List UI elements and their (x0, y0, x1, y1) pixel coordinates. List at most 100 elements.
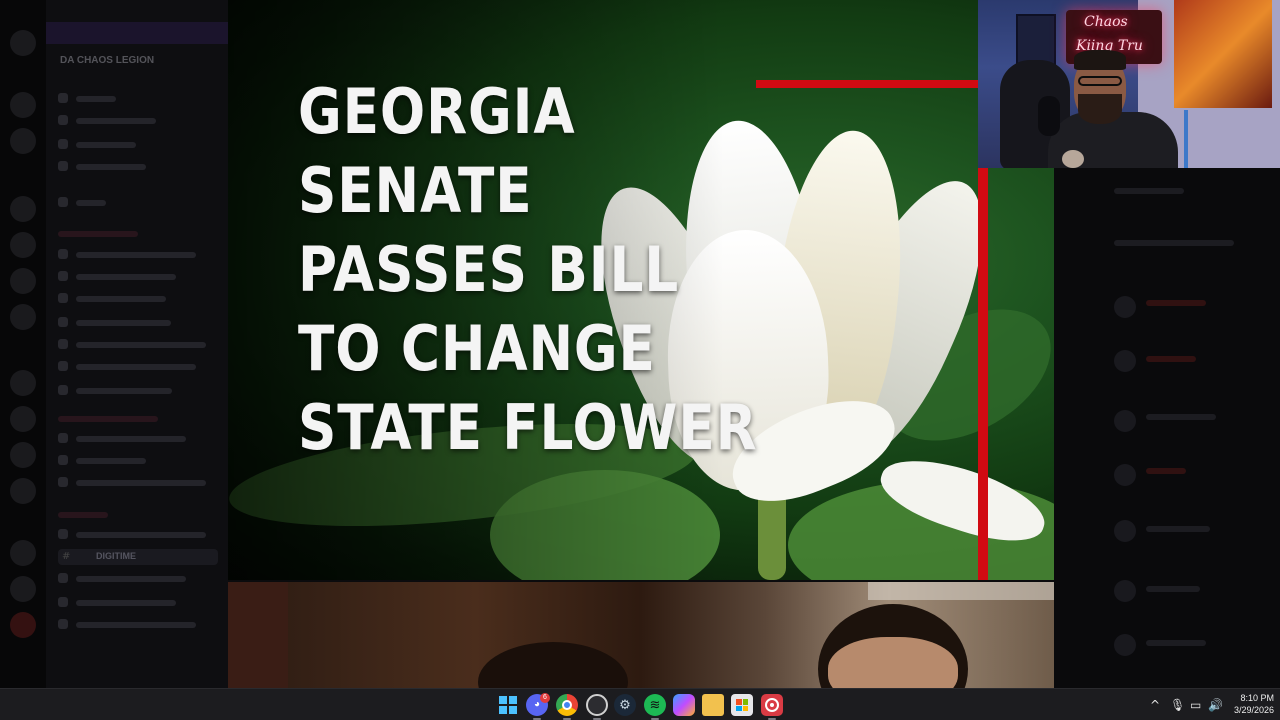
channel-label-placeholder (76, 388, 172, 394)
server-icon[interactable] (10, 268, 36, 294)
server-icon[interactable] (10, 128, 36, 154)
channel-item[interactable] (58, 528, 222, 542)
channel-item[interactable] (58, 596, 222, 610)
server-icon[interactable] (10, 540, 36, 566)
chevron-up-icon[interactable]: ^ (1150, 696, 1160, 714)
channel-item[interactable] (58, 476, 222, 490)
streamer-beard (1078, 94, 1122, 124)
headline-line: STATE FLOWER (298, 391, 758, 464)
channel-label-placeholder (76, 142, 136, 148)
person-face (828, 637, 958, 688)
member-name[interactable] (1146, 356, 1196, 362)
channel-label-placeholder (76, 622, 196, 628)
server-icon[interactable] (10, 196, 36, 222)
channel-label-placeholder (76, 532, 206, 538)
cup (1062, 150, 1084, 168)
server-icon[interactable] (10, 370, 36, 396)
member-avatar[interactable] (1114, 520, 1136, 542)
channel-item[interactable] (58, 316, 222, 330)
server-icon[interactable] (10, 442, 36, 468)
channel-item[interactable] (58, 270, 222, 284)
channel-hash-icon (58, 339, 68, 349)
chrome-icon[interactable] (556, 694, 578, 716)
server-rail (0, 0, 46, 688)
file-explorer-icon[interactable] (702, 694, 724, 716)
channel-item[interactable] (58, 384, 222, 398)
channel-item[interactable] (58, 92, 222, 106)
channel-category[interactable] (58, 416, 158, 422)
server-icon[interactable] (10, 92, 36, 118)
member-name[interactable] (1146, 414, 1216, 420)
channel-label-placeholder (76, 480, 206, 486)
member-avatar[interactable] (1114, 464, 1136, 486)
server-icon[interactable] (10, 612, 36, 638)
start-icon[interactable] (497, 694, 519, 716)
channel-item[interactable] (58, 338, 222, 352)
server-icon[interactable] (10, 406, 36, 432)
server-header[interactable]: DA CHAOS LEGION (46, 52, 228, 74)
clock-date: 3/29/2026 (1233, 705, 1274, 715)
channel-category[interactable] (58, 231, 138, 237)
channel-item[interactable] (58, 360, 222, 374)
channel-hash-icon (58, 317, 68, 327)
channel-label-placeholder (76, 164, 146, 170)
member-name[interactable] (1146, 300, 1206, 306)
member-name[interactable] (1146, 586, 1200, 592)
server-icon[interactable] (10, 478, 36, 504)
channel-item[interactable] (58, 138, 222, 152)
channel-hash-icon (58, 139, 68, 149)
spotify-icon[interactable]: ≋ (644, 694, 666, 716)
channel-category[interactable] (58, 512, 108, 518)
active-channel[interactable]: # DIGITIME (58, 549, 218, 565)
copilot-icon[interactable] (673, 694, 695, 716)
channel-item[interactable] (58, 572, 222, 586)
server-name: DA CHAOS LEGION (60, 55, 155, 66)
channel-label-placeholder (76, 118, 156, 124)
channel-label-placeholder (76, 576, 186, 582)
server-icon[interactable] (10, 304, 36, 330)
channel-hash-icon (58, 115, 68, 125)
member-name[interactable] (1146, 468, 1186, 474)
notification-badge: 6 (540, 693, 550, 703)
member-name[interactable] (1146, 640, 1206, 646)
member-avatar[interactable] (1114, 410, 1136, 432)
member-name[interactable] (1146, 526, 1210, 532)
server-banner (46, 22, 228, 44)
channel-item[interactable] (58, 432, 222, 446)
volume-icon[interactable]: 🔊 (1208, 696, 1223, 714)
channel-item[interactable] (58, 292, 222, 306)
member-avatar[interactable] (1114, 350, 1136, 372)
glasses (1078, 76, 1122, 86)
channel-item[interactable] (58, 114, 222, 128)
network-icon[interactable]: ▭ (1190, 696, 1201, 714)
taskbar-clock[interactable]: 8:10 PM 3/29/2026 (1226, 692, 1274, 716)
member-item[interactable] (1114, 240, 1234, 246)
channel-hash-icon (58, 361, 68, 371)
headline-line: GEORGIA (298, 75, 576, 148)
microphone-icon[interactable]: 🎙 (1170, 696, 1185, 714)
member-avatar[interactable] (1114, 634, 1136, 656)
steam-icon[interactable]: ⚙ (614, 694, 636, 716)
channel-hash-icon (58, 619, 68, 629)
channel-item[interactable] (58, 196, 222, 210)
server-icon[interactable] (10, 576, 36, 602)
channel-item[interactable] (58, 160, 222, 174)
light-stand (1184, 110, 1188, 168)
lower-video-frame[interactable] (228, 582, 1054, 688)
obs-icon[interactable] (586, 694, 608, 716)
member-list-panel (1054, 168, 1280, 688)
member-avatar[interactable] (1114, 296, 1136, 318)
channel-item[interactable] (58, 248, 222, 262)
channel-label-placeholder (76, 342, 206, 348)
member-avatar[interactable] (1114, 580, 1136, 602)
microsoft-store-icon[interactable] (731, 694, 753, 716)
channel-label-placeholder (76, 96, 116, 102)
channel-item[interactable] (58, 454, 222, 468)
server-icon[interactable] (10, 30, 36, 56)
news-headline: GEORGIA SENATE PASSES BILL TO CHANGE STA… (298, 72, 818, 467)
news-video-frame[interactable]: GEORGIA SENATE PASSES BILL TO CHANGE STA… (228, 0, 1054, 580)
server-icon[interactable] (10, 232, 36, 258)
channel-label-placeholder (76, 200, 106, 206)
channel-item[interactable] (58, 618, 222, 632)
recorder-icon[interactable] (761, 694, 783, 716)
